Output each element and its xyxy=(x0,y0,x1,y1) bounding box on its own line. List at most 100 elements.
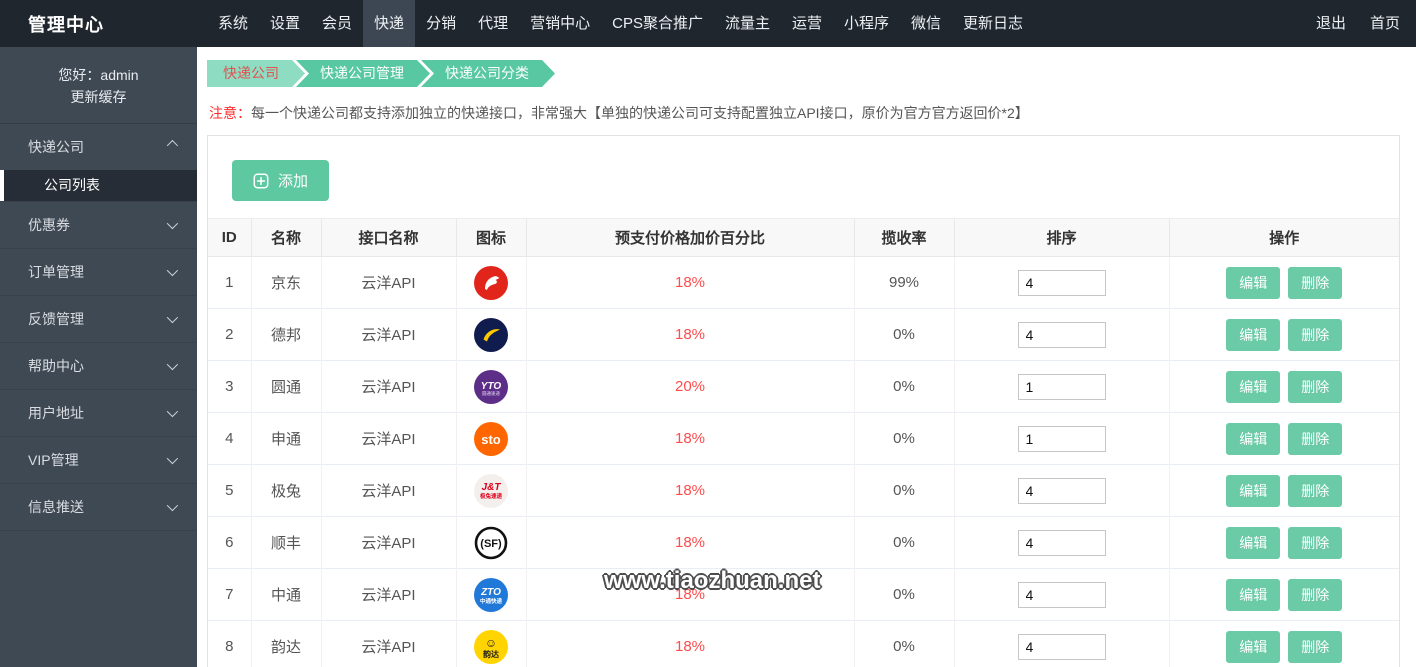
column-header-6: 排序 xyxy=(953,218,1169,257)
refresh-cache-link[interactable]: 更新缓存 xyxy=(0,86,197,108)
sidebar-section-6: VIP管理 xyxy=(0,437,197,484)
cell-icon: J&T 极兔速递 xyxy=(455,464,526,517)
delete-button[interactable]: 删除 xyxy=(1288,422,1343,455)
delete-button[interactable]: 删除 xyxy=(1288,266,1343,299)
column-header-3: 图标 xyxy=(455,218,526,257)
column-header-4: 预支付价格加价百分比 xyxy=(525,218,854,257)
sidebar-item-label: 优惠券 xyxy=(28,217,70,233)
delete-button[interactable]: 删除 xyxy=(1288,578,1343,611)
markup-value: 18% xyxy=(674,430,706,447)
nav-item-7[interactable]: CPS聚合推广 xyxy=(601,0,714,47)
sidebar-item-3[interactable]: 反馈管理 xyxy=(0,296,197,342)
cell-actions: 编辑 删除 xyxy=(1168,412,1399,465)
nav-item-11[interactable]: 微信 xyxy=(900,0,952,47)
edit-button[interactable]: 编辑 xyxy=(1226,526,1281,559)
cell-sort xyxy=(953,464,1169,517)
sidebar-item-5[interactable]: 用户地址 xyxy=(0,390,197,436)
cell-markup: 18% xyxy=(525,308,854,361)
table-panel: 添加 ID 名称 接口名称 图标 预支付价格加价百分比 揽收率 排序 操作 1 京东 云洋API 1… xyxy=(207,135,1400,667)
delete-button[interactable]: 删除 xyxy=(1288,318,1343,351)
svg-text:极兔速递: 极兔速递 xyxy=(480,492,503,500)
nav-right-item-1[interactable]: 首页 xyxy=(1370,0,1400,47)
table-header-row: ID 名称 接口名称 图标 预支付价格加价百分比 揽收率 排序 操作 xyxy=(208,218,1399,257)
delete-button[interactable]: 删除 xyxy=(1288,474,1343,507)
svg-text:J&T: J&T xyxy=(482,482,502,493)
breadcrumb-item-2[interactable]: 快递公司分类 xyxy=(421,60,555,87)
sort-input[interactable] xyxy=(1017,321,1106,348)
edit-button[interactable]: 编辑 xyxy=(1226,474,1281,507)
cell-api-name: 云洋API xyxy=(320,360,456,413)
sidebar-item-2[interactable]: 订单管理 xyxy=(0,249,197,295)
nav-item-8[interactable]: 流量主 xyxy=(714,0,781,47)
sidebar-item-1[interactable]: 优惠券 xyxy=(0,202,197,248)
chevron-up-icon xyxy=(166,139,179,152)
cell-icon: YTO 圆通速递 xyxy=(455,360,526,413)
sidebar-item-0[interactable]: 快递公司 xyxy=(0,124,197,170)
edit-button[interactable]: 编辑 xyxy=(1226,578,1281,611)
breadcrumb-item-0[interactable]: 快递公司 xyxy=(207,60,305,87)
delete-button[interactable]: 删除 xyxy=(1288,630,1343,663)
sidebar-item-7[interactable]: 信息推送 xyxy=(0,484,197,530)
cell-id: 5 xyxy=(208,464,251,517)
cell-sort xyxy=(953,360,1169,413)
cell-pickup-rate: 0% xyxy=(853,360,954,413)
sort-input[interactable] xyxy=(1017,269,1106,296)
chevron-down-icon xyxy=(166,452,179,465)
nav-item-12[interactable]: 更新日志 xyxy=(952,0,1034,47)
nav-item-10[interactable]: 小程序 xyxy=(833,0,900,47)
cell-sort xyxy=(953,568,1169,621)
cell-pickup-rate: 0% xyxy=(853,308,954,361)
edit-button[interactable]: 编辑 xyxy=(1226,422,1281,455)
delete-button[interactable]: 删除 xyxy=(1288,370,1343,403)
chevron-down-icon xyxy=(166,264,179,277)
nav-item-9[interactable]: 运营 xyxy=(781,0,833,47)
edit-button[interactable]: 编辑 xyxy=(1226,266,1281,299)
nav-item-3[interactable]: 快递 xyxy=(363,0,416,47)
cell-name: 韵达 xyxy=(250,620,321,667)
app-logo: 管理中心 xyxy=(28,14,104,35)
edit-button[interactable]: 编辑 xyxy=(1226,630,1281,663)
table-row: 4申通云洋API sto 18% 0% 编辑删除 xyxy=(208,412,1399,465)
cell-pickup-rate: 0% xyxy=(853,464,954,517)
sidebar-item-4[interactable]: 帮助中心 xyxy=(0,343,197,389)
sort-input[interactable] xyxy=(1017,373,1106,400)
cell-actions: 编辑 删除 xyxy=(1168,620,1399,667)
cell-pickup-rate: 0% xyxy=(853,620,954,667)
cell-actions: 编辑 删除 xyxy=(1168,256,1399,309)
sort-input[interactable] xyxy=(1017,529,1106,556)
nav-item-5[interactable]: 代理 xyxy=(467,0,519,47)
main-content: 快递公司 快递公司管理 快递公司分类 注意：每一个快递公司都支持添加独立的快递接口，… xyxy=(197,47,1416,667)
cell-api-name: 云洋API xyxy=(320,256,456,309)
sidebar-section-4: 帮助中心 xyxy=(0,343,197,390)
sort-input[interactable] xyxy=(1017,477,1106,504)
notice-prefix: 注意： xyxy=(209,105,251,121)
cell-markup: 18% xyxy=(525,516,854,569)
jd-icon xyxy=(474,265,508,300)
nav-item-6[interactable]: 营销中心 xyxy=(519,0,601,47)
nav-item-4[interactable]: 分销 xyxy=(415,0,467,47)
cell-icon: ☺ 韵达 xyxy=(455,620,526,667)
cell-icon: sto xyxy=(455,412,526,465)
sidebar-subitem-0-0[interactable]: 公司列表 xyxy=(0,170,197,201)
column-header-0: ID xyxy=(208,218,251,257)
edit-button[interactable]: 编辑 xyxy=(1226,318,1281,351)
sort-input[interactable] xyxy=(1017,581,1106,608)
cell-markup: 18% xyxy=(525,620,854,667)
cell-markup: 18% xyxy=(525,568,854,621)
sort-input[interactable] xyxy=(1017,425,1106,452)
markup-value: 18% xyxy=(674,586,706,603)
table-row: 3圆通云洋API YTO圆通速递 20% 0% 编辑删除 xyxy=(208,360,1399,413)
nav-item-2[interactable]: 会员 xyxy=(311,0,363,47)
nav-right-item-0[interactable]: 退出 xyxy=(1316,0,1346,47)
add-button[interactable]: 添加 xyxy=(232,160,330,201)
delete-button[interactable]: 删除 xyxy=(1288,526,1343,559)
cell-sort xyxy=(953,620,1169,667)
breadcrumb: 快递公司 快递公司管理 快递公司分类 xyxy=(207,60,1416,87)
sidebar-item-6[interactable]: VIP管理 xyxy=(0,437,197,483)
breadcrumb-item-1[interactable]: 快递公司管理 xyxy=(296,60,430,87)
plus-icon xyxy=(253,173,269,188)
nav-item-1[interactable]: 设置 xyxy=(259,0,311,47)
edit-button[interactable]: 编辑 xyxy=(1226,370,1281,403)
sort-input[interactable] xyxy=(1017,633,1106,660)
nav-item-0[interactable]: 系统 xyxy=(207,0,259,47)
